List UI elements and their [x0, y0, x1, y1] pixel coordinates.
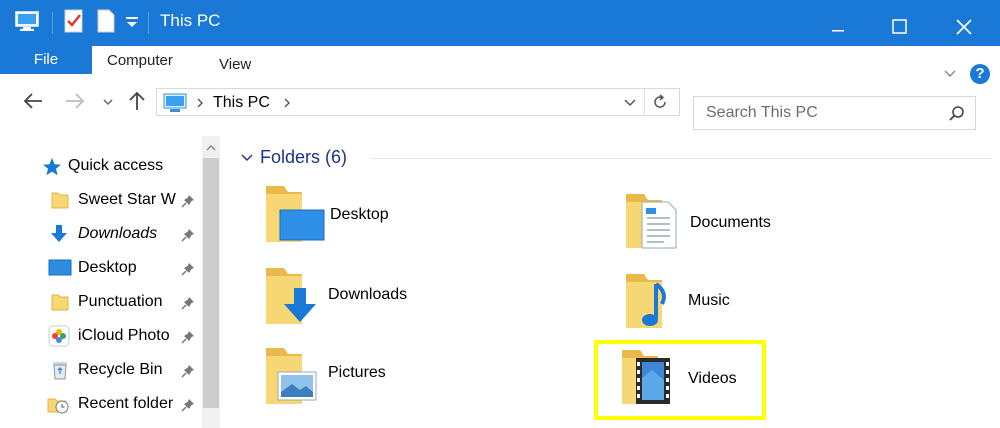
refresh-icon[interactable]	[651, 93, 669, 116]
sidebar-item-label: Downloads	[78, 225, 158, 242]
folder-label: Music	[688, 292, 730, 309]
downloads-icon	[48, 223, 70, 250]
properties-icon[interactable]	[62, 8, 86, 36]
breadcrumb-chevron-icon[interactable]	[282, 96, 292, 114]
folder-tile-pictures[interactable]: Pictures	[262, 342, 562, 416]
search-icon[interactable]	[948, 105, 966, 128]
sidebar-item-label: Punctuation	[78, 293, 163, 310]
pin-icon[interactable]	[181, 364, 195, 383]
folder-tile-downloads[interactable]: Downloads	[262, 262, 562, 336]
sidebar-item-quick-access[interactable]: Quick access	[0, 152, 200, 182]
sidebar-item-icloud-photos[interactable]: iCloud Photo	[0, 322, 200, 352]
tab-view[interactable]: View	[219, 50, 251, 78]
folder-label: Documents	[690, 214, 771, 231]
up-arrow-icon[interactable]	[128, 90, 146, 117]
sidebar-item-label: Desktop	[78, 259, 137, 276]
recent-locations-icon[interactable]	[102, 95, 114, 113]
customize-qat-icon[interactable]	[124, 14, 140, 42]
breadcrumb-chevron-icon[interactable]	[195, 96, 205, 114]
pictures-folder-icon	[262, 342, 326, 413]
window-title: This PC	[160, 11, 221, 30]
pin-icon[interactable]	[181, 330, 195, 349]
icloud-photos-icon	[48, 325, 70, 352]
collapse-group-icon[interactable]	[240, 151, 254, 169]
folder-tile-music[interactable]: Music	[622, 268, 922, 342]
sidebar-item-recycle-bin[interactable]: Recycle Bin	[0, 356, 200, 386]
sidebar-scroll-thumb[interactable]	[203, 158, 219, 408]
close-button[interactable]	[944, 14, 984, 42]
forward-arrow-icon[interactable]	[64, 92, 86, 115]
this-pc-app-icon[interactable]	[14, 8, 40, 36]
folder-label: Pictures	[328, 364, 386, 381]
folder-icon	[50, 292, 70, 317]
tab-computer[interactable]: Computer	[107, 46, 173, 74]
search-placeholder: Search This PC	[706, 104, 818, 121]
sidebar-item-label: Recent folder	[78, 395, 174, 412]
back-arrow-icon[interactable]	[22, 92, 44, 115]
navigation-pane: Quick access Sweet Star W Downloads Desk…	[0, 136, 222, 428]
new-folder-icon[interactable]	[96, 8, 116, 36]
recycle-bin-icon	[50, 359, 70, 386]
tab-file[interactable]: File	[0, 46, 92, 74]
title-separator	[148, 12, 149, 34]
help-icon: ?	[975, 65, 985, 82]
pin-icon[interactable]	[181, 194, 195, 213]
folder-icon	[50, 190, 70, 215]
pin-icon[interactable]	[181, 296, 195, 315]
expand-ribbon-icon[interactable]	[942, 66, 958, 87]
folder-label: Downloads	[328, 286, 408, 303]
documents-folder-icon	[622, 188, 686, 259]
sidebar-item-recent-folders[interactable]: Recent folder	[0, 390, 200, 420]
address-divider	[644, 89, 645, 115]
pin-icon[interactable]	[181, 262, 195, 281]
folder-tile-desktop[interactable]: Desktop	[262, 180, 562, 254]
folders-group-title: Folders (6)	[260, 147, 348, 167]
breadcrumb-this-pc[interactable]: This PC	[213, 94, 270, 112]
star-icon	[42, 157, 62, 182]
qat-separator	[52, 12, 53, 34]
downloads-folder-icon	[262, 262, 326, 333]
sidebar-item-downloads[interactable]: Downloads	[0, 220, 200, 250]
ribbon-tab-bar: File Computer View	[0, 46, 1000, 74]
sidebar-item-label: Recycle Bin	[78, 361, 163, 378]
sidebar-item-label: Sweet Star W	[78, 191, 176, 208]
folder-tile-documents[interactable]: Documents	[622, 188, 922, 262]
pin-icon[interactable]	[181, 228, 195, 247]
videos-highlight-box	[594, 340, 766, 420]
pin-icon[interactable]	[181, 398, 195, 417]
scroll-up-arrow-icon[interactable]	[205, 140, 217, 158]
recent-folders-icon	[46, 393, 70, 420]
help-button[interactable]: ?	[970, 64, 990, 84]
title-bar: This PC	[0, 0, 1000, 46]
desktop-folder-icon	[262, 180, 326, 251]
sidebar-item-punctuation[interactable]: Punctuation	[0, 288, 200, 318]
quick-access-label: Quick access	[68, 157, 164, 174]
address-pc-icon	[162, 92, 188, 119]
folder-label: Desktop	[330, 206, 389, 223]
desktop-icon	[48, 258, 72, 283]
address-bar[interactable]: This PC	[156, 88, 680, 116]
address-history-icon[interactable]	[623, 96, 637, 115]
group-divider	[372, 158, 992, 159]
music-folder-icon	[622, 268, 686, 339]
maximize-button[interactable]	[880, 14, 920, 42]
sidebar-item-desktop[interactable]: Desktop	[0, 254, 200, 284]
sidebar-item-sweet-star[interactable]: Sweet Star W	[0, 186, 200, 216]
sidebar-item-label: iCloud Photo	[78, 327, 170, 344]
minimize-button[interactable]	[818, 14, 858, 42]
search-box[interactable]: Search This PC	[693, 96, 976, 130]
